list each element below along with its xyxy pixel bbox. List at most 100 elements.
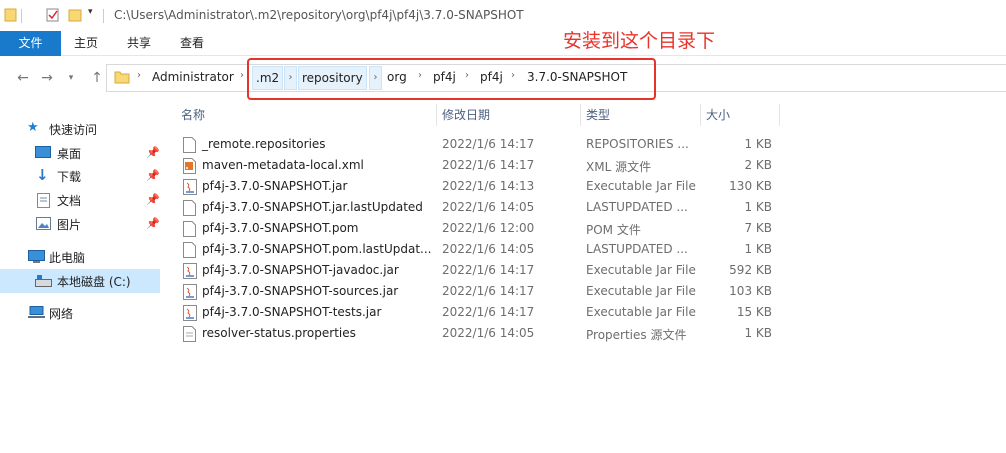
file-name: pf4j-3.7.0-SNAPSHOT.pom xyxy=(202,221,359,235)
file-size: 7 KB xyxy=(744,221,772,235)
file-row[interactable]: pf4j-3.7.0-SNAPSHOT.jar 2022/1/6 14:13 Exe… xyxy=(176,176,780,197)
file-size: 15 KB xyxy=(736,305,772,319)
chevron-down-icon[interactable]: ▾ xyxy=(88,7,93,17)
column-divider[interactable] xyxy=(700,104,701,126)
file-date: 2022/1/6 12:00 xyxy=(442,221,535,235)
file-row[interactable]: pf4j-3.7.0-SNAPSHOT.pom 2022/1/6 12:00 POM… xyxy=(176,218,780,239)
chevron-right-icon[interactable]: › xyxy=(137,70,141,81)
file-size: 1 KB xyxy=(744,137,772,151)
nav-label: 下载 xyxy=(57,170,82,184)
file-type: XML 源文件 xyxy=(586,160,652,174)
file-type: LASTUPDATED ... xyxy=(586,242,688,256)
ribbon: 文件 主页 共享 查看 xyxy=(0,31,1006,56)
tab-share[interactable]: 共享 xyxy=(113,31,165,56)
file-row[interactable]: maven-metadata-local.xml 2022/1/6 14:17 XM… xyxy=(176,155,780,176)
file-row[interactable]: pf4j-3.7.0-SNAPSHOT-tests.jar 2022/1/6 14… xyxy=(176,302,780,323)
star-icon: ★ xyxy=(27,120,39,135)
tab-view[interactable]: 查看 xyxy=(165,31,219,56)
file-type: Executable Jar File xyxy=(586,284,696,298)
up-arrow-icon[interactable]: ↑ xyxy=(88,69,106,87)
file-date: 2022/1/6 14:13 xyxy=(442,179,535,193)
file-name: maven-metadata-local.xml xyxy=(202,158,364,172)
nav-label: 图片 xyxy=(57,218,82,232)
breadcrumb-administrator[interactable]: Administrator xyxy=(152,70,234,84)
picture-icon xyxy=(36,217,51,230)
file-row[interactable]: pf4j-3.7.0-SNAPSHOT.jar.lastUpdated 2022/… xyxy=(176,197,780,218)
file-type: LASTUPDATED ... xyxy=(586,200,688,214)
file-row[interactable]: pf4j-3.7.0-SNAPSHOT.pom.lastUpdat... 2022… xyxy=(176,239,780,260)
file-size: 1 KB xyxy=(744,242,772,256)
tab-file[interactable]: 文件 xyxy=(0,31,61,56)
nav-label: 此电脑 xyxy=(49,251,86,265)
doc-icon xyxy=(183,137,196,156)
file-date: 2022/1/6 14:17 xyxy=(442,263,535,277)
nav-label: 桌面 xyxy=(57,147,82,161)
navigation-pane: ★ 快速访问 桌面 📌 ↓ 下载 📌 文档 📌 图片 📌 此电脑 本地磁盘 (C… xyxy=(0,100,160,453)
column-header-type[interactable]: 类型 xyxy=(586,104,610,126)
nav-item-network[interactable]: 网络 xyxy=(0,301,160,325)
window-title: C:\Users\Administrator\.m2\repository\or… xyxy=(114,8,524,22)
column-divider[interactable] xyxy=(436,104,437,126)
recent-locations-chevron-icon[interactable]: ▾ xyxy=(62,69,80,87)
nav-label: 快速访问 xyxy=(49,123,98,137)
file-type: Executable Jar File xyxy=(586,263,696,277)
nav-item-pictures[interactable]: 图片 📌 xyxy=(0,212,160,236)
annotation-text: 安装到这个目录下 xyxy=(563,30,716,52)
chevron-right-icon[interactable]: › xyxy=(240,70,244,81)
file-size: 1 KB xyxy=(744,326,772,340)
doc-icon xyxy=(183,200,196,219)
forward-arrow-icon[interactable]: → xyxy=(38,69,56,87)
file-type: Executable Jar File xyxy=(586,179,696,193)
column-divider[interactable] xyxy=(779,104,780,126)
file-row[interactable]: resolver-status.properties 2022/1/6 14:05… xyxy=(176,323,780,344)
file-date: 2022/1/6 14:17 xyxy=(442,158,535,172)
nav-label: 本地磁盘 (C:) xyxy=(57,275,131,289)
file-type: REPOSITORIES ... xyxy=(586,137,689,151)
computer-icon xyxy=(28,250,45,263)
nav-item-local-disk[interactable]: 本地磁盘 (C:) xyxy=(0,269,160,293)
file-date: 2022/1/6 14:05 xyxy=(442,326,535,340)
back-arrow-icon[interactable]: ← xyxy=(14,69,32,87)
tab-home[interactable]: 主页 xyxy=(61,31,111,56)
file-size: 103 KB xyxy=(729,284,772,298)
file-size: 130 KB xyxy=(729,179,772,193)
file-type: Properties 源文件 xyxy=(586,328,687,342)
xml-icon xyxy=(183,158,196,177)
nav-item-this-pc[interactable]: 此电脑 xyxy=(0,245,160,269)
pin-icon[interactable]: 📌 xyxy=(146,146,160,159)
file-type: POM 文件 xyxy=(586,223,641,237)
column-header-date[interactable]: 修改日期 xyxy=(442,104,490,126)
doc-icon xyxy=(183,221,196,240)
file-row[interactable]: pf4j-3.7.0-SNAPSHOT-javadoc.jar 2022/1/6 … xyxy=(176,260,780,281)
divider xyxy=(103,9,104,23)
pin-icon[interactable]: 📌 xyxy=(146,193,160,206)
drive-icon xyxy=(35,275,52,287)
desktop-icon xyxy=(35,146,51,158)
file-row[interactable]: pf4j-3.7.0-SNAPSHOT-sources.jar 2022/1/6 … xyxy=(176,281,780,302)
file-name: pf4j-3.7.0-SNAPSHOT.jar.lastUpdated xyxy=(202,200,423,214)
properties-check-icon[interactable] xyxy=(46,8,60,22)
file-row[interactable]: _remote.repositories 2022/1/6 14:17 REPOSI… xyxy=(176,134,780,155)
jar-icon xyxy=(183,179,197,198)
nav-label: 网络 xyxy=(49,307,74,321)
file-date: 2022/1/6 14:05 xyxy=(442,200,535,214)
file-date: 2022/1/6 14:17 xyxy=(442,137,535,151)
column-divider[interactable] xyxy=(580,104,581,126)
nav-item-documents[interactable]: 文档 📌 xyxy=(0,188,160,212)
file-name: pf4j-3.7.0-SNAPSHOT-sources.jar xyxy=(202,284,399,298)
pin-icon[interactable]: 📌 xyxy=(146,169,160,182)
folder-icon[interactable] xyxy=(4,8,18,22)
pin-icon[interactable]: 📌 xyxy=(146,217,160,230)
file-name: pf4j-3.7.0-SNAPSHOT-tests.jar xyxy=(202,305,382,319)
column-header-name[interactable]: 名称 xyxy=(181,104,205,126)
nav-item-quick-access[interactable]: ★ 快速访问 xyxy=(0,117,160,141)
file-name: pf4j-3.7.0-SNAPSHOT.pom.lastUpdat... xyxy=(202,242,432,256)
file-date: 2022/1/6 14:05 xyxy=(442,242,535,256)
new-folder-icon[interactable] xyxy=(68,8,82,22)
column-header-size[interactable]: 大小 xyxy=(706,104,730,126)
file-name: pf4j-3.7.0-SNAPSHOT.jar xyxy=(202,179,348,193)
nav-item-downloads[interactable]: ↓ 下载 📌 xyxy=(0,164,160,188)
title-bar: ▾ C:\Users\Administrator\.m2\repository\… xyxy=(0,0,1006,31)
file-date: 2022/1/6 14:17 xyxy=(442,284,535,298)
nav-item-desktop[interactable]: 桌面 📌 xyxy=(0,141,160,165)
